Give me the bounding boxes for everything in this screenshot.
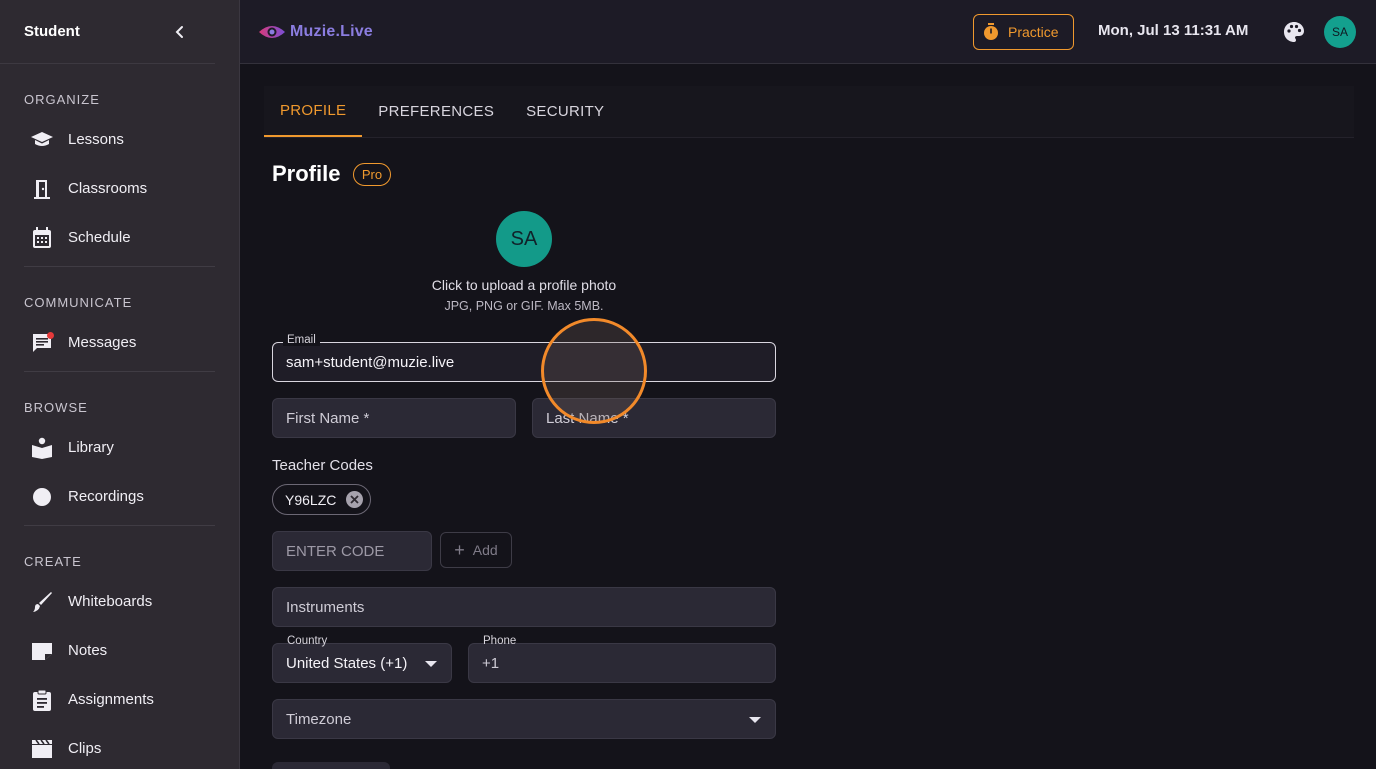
instruments-placeholder: Instruments [286,598,365,616]
email-field[interactable]: Email sam+student@muzie.live [272,334,776,382]
collapse-sidebar-button[interactable] [169,21,191,43]
last-name-field[interactable]: Last Name * [532,398,776,438]
sidebar-item-label: Classrooms [68,180,148,197]
chevron-down-icon [425,661,437,667]
user-avatar[interactable]: SA [1324,16,1356,48]
tab-security[interactable]: SECURITY [510,86,620,137]
phone-value: +1 [482,654,500,672]
unread-badge [47,331,54,339]
sidebar-item-lessons[interactable]: Lessons [0,115,239,164]
sidebar-item-label: Schedule [68,229,131,246]
close-icon [350,495,359,504]
sidebar-item-library[interactable]: Library [0,423,239,472]
page-title: Profile [272,161,341,186]
timezone-placeholder: Timezone [286,710,352,728]
settings-tabs: PROFILE PREFERENCES SECURITY [264,86,1354,138]
sidebar-item-label: Notes [68,642,108,659]
chat-icon [30,331,54,355]
enter-code-placeholder: ENTER CODE [286,542,385,560]
logo-text: Muzie.Live [290,22,373,40]
app-logo[interactable]: Muzie.Live [258,23,373,41]
practice-button[interactable]: Practice [973,14,1074,50]
palette-icon [1284,22,1304,42]
sidebar-item-clips[interactable]: Clips [0,724,239,769]
note-icon [30,639,54,663]
phone-field[interactable]: Phone +1 [468,635,776,683]
email-label: Email [283,334,320,346]
tab-profile[interactable]: PROFILE [264,86,363,137]
timezone-select[interactable]: Timezone [272,699,776,739]
country-label: Country [287,635,328,647]
sidebar-section-title: CREATE [24,554,82,569]
clapperboard-icon [30,737,54,761]
country-select[interactable]: Country United States (+1) [272,635,452,683]
sidebar-item-recordings[interactable]: Recordings [0,472,239,521]
pro-badge: Pro [353,163,391,186]
sidebar-item-assignments[interactable]: Assignments [0,675,239,724]
sidebar-item-label: Messages [68,334,137,351]
sidebar-item-classrooms[interactable]: Classrooms [0,164,239,213]
practice-label: Practice [1008,24,1059,40]
first-name-field[interactable]: First Name * [272,398,516,438]
sidebar-item-messages[interactable]: Messages [0,318,239,367]
sidebar-section-title: COMMUNICATE [24,295,133,310]
instruments-field[interactable]: Instruments [272,587,776,627]
plus-icon: + [454,540,465,560]
email-value: sam+student@muzie.live [286,353,455,371]
tab-preferences[interactable]: PREFERENCES [362,86,510,137]
current-datetime: Mon, Jul 13 11:31 AM [1098,22,1249,39]
sidebar-item-label: Assignments [68,691,154,708]
sidebar-section-title: ORGANIZE [24,92,100,107]
upload-instructions[interactable]: Click to upload a profile photo [272,277,776,293]
sidebar-item-label: Clips [68,740,102,757]
stopwatch-icon [983,23,999,41]
sidebar: Student ORGANIZE Lessons Classrooms Sche… [0,0,240,769]
brush-icon [30,590,54,614]
enter-code-field[interactable]: ENTER CODE [272,531,432,571]
profile-photo-upload[interactable]: SA [496,211,552,267]
first-name-placeholder: First Name * [286,409,370,427]
teacher-code-value: Y96LZC [285,491,337,508]
sidebar-item-label: Lessons [68,131,124,148]
sidebar-item-whiteboards[interactable]: Whiteboards [0,577,239,626]
chevron-down-icon [749,717,761,723]
graduation-cap-icon [30,128,54,152]
sidebar-item-label: Recordings [68,488,144,505]
add-label: Add [472,542,498,558]
sidebar-item-schedule[interactable]: Schedule [0,213,239,262]
remove-code-button[interactable] [346,491,363,508]
save-button[interactable] [272,762,390,769]
door-icon [30,177,54,201]
eye-logo-icon [259,25,285,38]
record-circle-icon [30,485,54,509]
upload-hint: JPG, PNG or GIF. Max 5MB. [444,299,604,313]
sidebar-section-title: BROWSE [24,400,88,415]
sidebar-item-notes[interactable]: Notes [0,626,239,675]
phone-label: Phone [483,635,517,647]
sidebar-item-label: Whiteboards [68,593,153,610]
book-reader-icon [30,436,54,460]
teacher-code-chip: Y96LZC [272,484,371,515]
chevron-left-icon [175,25,183,38]
add-code-button[interactable]: + Add [440,532,512,568]
teacher-codes-label: Teacher Codes [272,457,373,474]
country-value: United States (+1) [286,654,408,672]
sidebar-header: Student [0,0,215,64]
sidebar-title: Student [24,23,80,40]
top-bar: Muzie.Live Practice Mon, Jul 13 11:31 AM… [240,0,1376,64]
sidebar-item-label: Library [68,439,114,456]
calendar-icon [30,226,54,250]
last-name-placeholder: Last Name * [546,409,629,427]
clipboard-icon [30,688,54,712]
theme-palette-button[interactable] [1283,21,1305,43]
